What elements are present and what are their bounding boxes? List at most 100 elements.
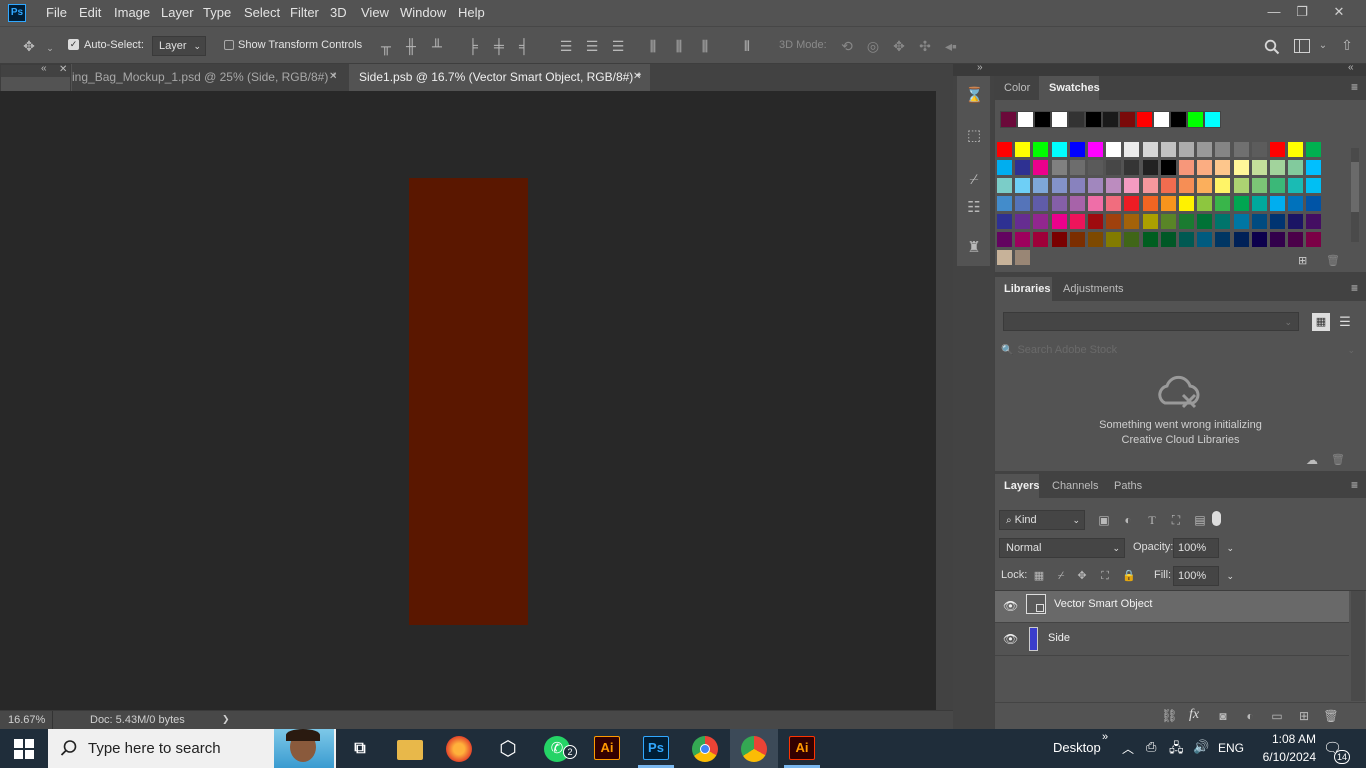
visibility-eye-icon[interactable]: 👁: [1003, 599, 1018, 613]
tab-bag-mockup[interactable]: ing_Bag_Mockup_1.psd @ 25% (Side, RGB/8#…: [72, 64, 348, 91]
color-swatch[interactable]: [1051, 232, 1067, 247]
color-swatch[interactable]: [1288, 142, 1304, 157]
color-swatch[interactable]: [1160, 160, 1176, 175]
color-swatch[interactable]: [1015, 160, 1031, 175]
color-swatch[interactable]: [1033, 178, 1049, 193]
close-window-button[interactable]: ✕: [1326, 2, 1352, 22]
3d-slide-icon[interactable]: ✣: [916, 38, 934, 54]
3d-panel-icon[interactable]: ⬚: [965, 128, 983, 144]
fx-icon[interactable]: fx: [1189, 707, 1199, 723]
network-icon[interactable]: 🖧: [1169, 739, 1184, 761]
tab-close-icon[interactable]: ✕: [329, 71, 337, 82]
3d-scale-icon[interactable]: ◂▪: [942, 38, 960, 54]
color-swatch[interactable]: [997, 214, 1012, 229]
meet-now-icon[interactable]: ⎙: [1146, 739, 1156, 755]
color-swatch[interactable]: [997, 160, 1012, 175]
color-swatch[interactable]: [1270, 232, 1285, 247]
language-indicator[interactable]: ENG: [1218, 741, 1244, 755]
distribute-bottom-icon[interactable]: ☰: [611, 38, 625, 54]
color-swatch[interactable]: [1197, 214, 1213, 229]
color-swatch[interactable]: [1306, 232, 1322, 247]
tab-close-icon[interactable]: ✕: [633, 71, 641, 82]
swatches-scrollbar[interactable]: [1351, 148, 1359, 242]
recent-swatch[interactable]: [1000, 111, 1017, 128]
desktop-toolbar-label[interactable]: Desktop: [1053, 740, 1101, 755]
fill-field[interactable]: 100% ⌄: [1173, 566, 1234, 586]
color-swatch[interactable]: [1069, 232, 1085, 247]
delete-layer-icon[interactable]: 🗑: [1323, 708, 1339, 724]
workspace-icon[interactable]: [1294, 39, 1310, 53]
color-swatch[interactable]: [1106, 160, 1122, 175]
menu-layer[interactable]: Layer: [161, 5, 194, 20]
lock-all-icon[interactable]: 🔒: [1122, 568, 1136, 584]
color-swatch[interactable]: [1179, 178, 1194, 193]
color-swatch[interactable]: [1015, 250, 1031, 265]
layers-scrollbar[interactable]: [1351, 591, 1365, 701]
color-swatch[interactable]: [1142, 196, 1158, 211]
color-swatch[interactable]: [1124, 214, 1140, 229]
firefox-icon[interactable]: [446, 736, 472, 762]
recent-swatch[interactable]: [1153, 111, 1170, 128]
color-swatch[interactable]: [997, 250, 1012, 265]
stock-search-field[interactable]: 🔍 Search Adobe Stock ⌄: [1001, 341, 1361, 359]
color-swatch[interactable]: [1051, 196, 1067, 211]
color-swatch[interactable]: [1051, 214, 1067, 229]
tab-side1[interactable]: Side1.psb @ 16.7% (Vector Smart Object, …: [349, 64, 650, 91]
color-swatch[interactable]: [1160, 232, 1176, 247]
lock-transparent-icon[interactable]: ▦: [1033, 568, 1045, 584]
chevron-down-icon[interactable]: ⌄: [1317, 38, 1329, 54]
illustrator-taskbar-icon-2[interactable]: Ai: [789, 736, 815, 760]
color-swatch[interactable]: [1233, 160, 1249, 175]
color-swatch[interactable]: [1015, 214, 1031, 229]
color-swatch[interactable]: [1306, 178, 1322, 193]
color-swatch[interactable]: [1106, 214, 1122, 229]
recent-swatch[interactable]: [1204, 111, 1221, 128]
layer-filter-dropdown[interactable]: ⌕ Kind ⌄: [999, 510, 1085, 530]
clock-time[interactable]: 1:08 AM: [1256, 732, 1316, 746]
delete-icon[interactable]: 🗑: [1331, 453, 1345, 466]
color-swatch[interactable]: [1197, 142, 1213, 157]
align-vcenter-icon[interactable]: ╫: [404, 38, 418, 54]
lock-artboard-icon[interactable]: ⛶: [1099, 568, 1111, 584]
align-left-icon[interactable]: ╞: [466, 38, 480, 54]
color-swatch[interactable]: [1088, 178, 1103, 193]
task-view-icon[interactable]: ⧉: [346, 736, 374, 762]
menu-file[interactable]: File: [46, 5, 67, 20]
color-swatch[interactable]: [1233, 142, 1249, 157]
volume-icon[interactable]: 🔊: [1193, 739, 1209, 755]
color-swatch[interactable]: [1197, 178, 1213, 193]
color-swatch[interactable]: [1288, 196, 1304, 211]
color-swatch[interactable]: [1142, 160, 1158, 175]
color-swatch[interactable]: [1251, 142, 1267, 157]
color-swatch[interactable]: [1033, 160, 1049, 175]
3d-orbit-icon[interactable]: ⟲: [838, 38, 856, 54]
color-swatch[interactable]: [1306, 214, 1322, 229]
tab-swatches[interactable]: Swatches: [1039, 76, 1100, 100]
color-swatch[interactable]: [1179, 214, 1194, 229]
menu-edit[interactable]: Edit: [79, 5, 101, 20]
color-swatch[interactable]: [1088, 196, 1103, 211]
color-swatch[interactable]: [1233, 178, 1249, 193]
panel-menu-icon[interactable]: ≡: [1351, 80, 1358, 94]
color-swatch[interactable]: [1051, 160, 1067, 175]
color-swatch[interactable]: [1033, 142, 1049, 157]
move-tool-icon[interactable]: ✥: [20, 38, 38, 54]
color-swatch[interactable]: [1251, 214, 1267, 229]
color-swatch[interactable]: [997, 178, 1012, 193]
color-swatch[interactable]: [1069, 214, 1085, 229]
color-swatch[interactable]: [1288, 160, 1304, 175]
color-swatch[interactable]: [1270, 214, 1285, 229]
color-swatch[interactable]: [1306, 196, 1322, 211]
brush-settings-icon[interactable]: ☷: [965, 200, 983, 216]
color-swatch[interactable]: [1179, 142, 1194, 157]
color-swatch[interactable]: [1270, 196, 1285, 211]
vertical-scrollbar[interactable]: [936, 91, 953, 710]
minimize-button[interactable]: —: [1261, 2, 1287, 22]
virtualbox-icon[interactable]: ⬡: [494, 736, 522, 762]
history-panel-icon[interactable]: ⌛: [965, 88, 984, 104]
color-swatch[interactable]: [1215, 160, 1231, 175]
adjustment-filter-icon[interactable]: ◐: [1121, 512, 1135, 528]
recent-swatch[interactable]: [1085, 111, 1102, 128]
color-swatch[interactable]: [1142, 178, 1158, 193]
tab-libraries[interactable]: Libraries: [995, 277, 1052, 301]
